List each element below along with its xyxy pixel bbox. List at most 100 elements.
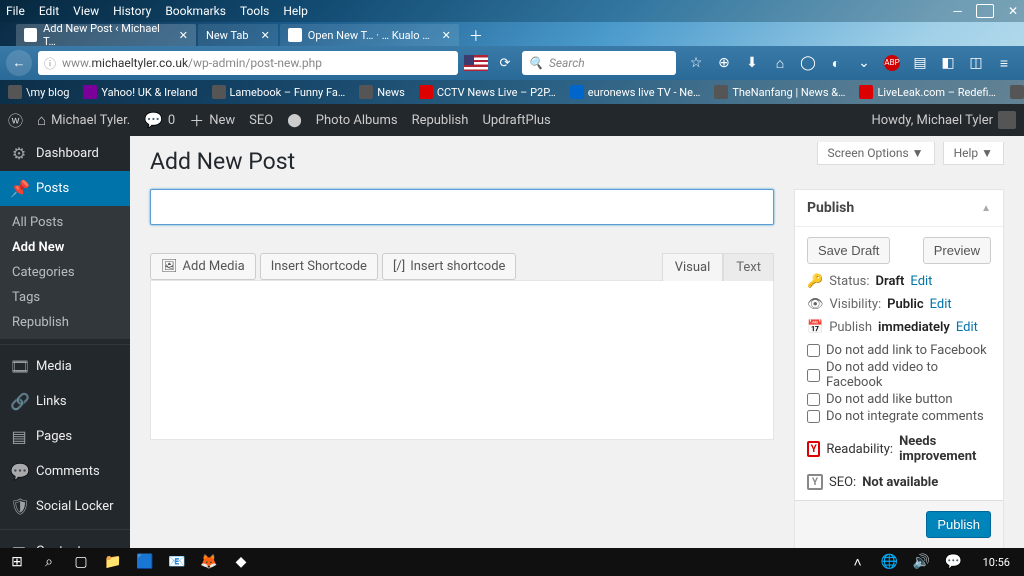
ab-republish[interactable]: Republish — [412, 113, 469, 128]
location-icon[interactable]: ◯ — [800, 55, 816, 72]
tab-2[interactable]: New Tab✕ — [198, 24, 278, 46]
insert-shortcode-button[interactable]: Insert Shortcode — [260, 253, 378, 280]
menu-bookmarks[interactable]: Bookmarks — [165, 4, 226, 18]
close-icon[interactable]: ✕ — [442, 29, 451, 42]
help-button[interactable]: Help ▼ — [943, 142, 1004, 165]
sidebar-sub-categories[interactable]: Categories — [0, 260, 130, 285]
abp-icon[interactable]: ABP — [884, 55, 900, 71]
firefox-icon[interactable]: 🦊 — [198, 554, 220, 570]
app1-icon[interactable]: 🟦 — [134, 554, 156, 570]
sidebar-item-posts[interactable]: 📌Posts — [0, 171, 130, 206]
tab-3[interactable]: Open New T… · … Kualo …✕ — [280, 24, 459, 46]
ab-photo[interactable]: Photo Albums — [316, 113, 398, 128]
tab-1[interactable]: Add New Post ‹ Michael T…✕ — [16, 24, 196, 46]
hamburger-icon[interactable]: ≡ — [996, 55, 1012, 72]
pocket-icon[interactable]: ⌄ — [856, 55, 872, 72]
start-icon[interactable]: ⊞ — [6, 554, 28, 570]
menu-view[interactable]: View — [73, 4, 99, 18]
taskbar-clock[interactable]: 10:56 — [975, 556, 1018, 569]
bookmark-item[interactable]: \my blog — [8, 85, 69, 99]
menu-history[interactable]: History — [113, 4, 151, 18]
post-title-input[interactable] — [150, 189, 774, 225]
ext3-icon[interactable]: ◫ — [968, 55, 984, 72]
menu-edit[interactable]: Edit — [39, 4, 59, 18]
volume-icon[interactable]: 🔊 — [911, 554, 933, 570]
add-tab-button[interactable]: ＋ — [461, 26, 491, 46]
site-link[interactable]: ⌂Michael Tyler. — [37, 111, 130, 129]
save-draft-button[interactable]: Save Draft — [807, 237, 890, 264]
bookmark-item[interactable]: News — [359, 85, 405, 99]
window-close-icon[interactable]: ✕ — [1008, 4, 1018, 18]
calendar-icon: 📅 — [807, 320, 823, 335]
sidebar-item-media[interactable]: 🎞Media — [0, 349, 130, 384]
ck-like[interactable] — [807, 393, 820, 406]
tray-up-icon[interactable]: ˄ — [847, 554, 869, 571]
howdy-link[interactable]: Howdy, Michael Tyler — [871, 111, 1016, 129]
seo-link[interactable]: SEO — [249, 113, 273, 128]
edit-schedule-link[interactable]: Edit — [956, 320, 978, 335]
bookmark-item[interactable]: LiveLeak.com – Redefi… — [859, 85, 995, 99]
sidebar-sub-add-new[interactable]: Add New — [0, 235, 130, 260]
sidebar-sub-all-posts[interactable]: All Posts — [0, 210, 130, 235]
menu-help[interactable]: Help — [283, 4, 308, 18]
ab-updraft[interactable]: UpdraftPlus — [482, 113, 550, 128]
window-maximize-icon[interactable] — [976, 4, 994, 18]
reload-button[interactable]: ⟳ — [494, 52, 516, 74]
tab-text[interactable]: Text — [723, 253, 774, 281]
tab-visual[interactable]: Visual — [662, 253, 724, 281]
ck-fb-video[interactable] — [807, 369, 820, 382]
menu-tools[interactable]: Tools — [240, 4, 269, 18]
chevron-up-icon[interactable]: ▲ — [981, 203, 991, 214]
back-button[interactable]: ← — [6, 50, 32, 76]
search-field[interactable]: 🔍Search — [522, 51, 676, 75]
url-field[interactable]: ⓘ www.michaeltyler.co.uk/wp-admin/post-n… — [38, 51, 458, 75]
sidebar-item-contact[interactable]: ✉Contact — [0, 534, 130, 548]
menu-file[interactable]: File — [6, 4, 25, 18]
wp-logo-icon[interactable]: ⓦ — [8, 110, 23, 131]
explorer-icon[interactable]: 📁 — [102, 554, 124, 570]
bookmark-item[interactable]: TheNanfang | News &… — [714, 85, 845, 99]
star-icon[interactable]: ☆ — [688, 55, 704, 72]
publish-box-title[interactable]: Publish▲ — [795, 190, 1003, 227]
bookmark-item[interactable]: Lamebook – Funny Fa… — [212, 85, 346, 99]
app3-icon[interactable]: ◆ — [230, 554, 252, 570]
close-icon[interactable]: ✕ — [179, 29, 188, 42]
sidebar-item-social-locker[interactable]: 🛡Social Locker — [0, 489, 130, 524]
notif-icon[interactable]: 💬 — [943, 554, 965, 570]
download-icon[interactable]: ⬇ — [744, 55, 760, 72]
bookmark-item[interactable]: CCTV News Live – P2P… — [419, 85, 556, 99]
insert-shortcode2-button[interactable]: [/] Insert shortcode — [382, 253, 517, 280]
ext2-icon[interactable]: ◧ — [940, 55, 956, 72]
ck-fb-link[interactable] — [807, 344, 820, 357]
editor-area[interactable] — [150, 280, 774, 440]
yoast-icon[interactable]: ⬤ — [287, 113, 302, 128]
ext-icon[interactable]: ▤ — [912, 55, 928, 72]
add-media-button[interactable]: 🖼Add Media — [150, 253, 256, 280]
sidebar-item-dashboard[interactable]: ⚙Dashboard — [0, 136, 130, 171]
taskview-icon[interactable]: ▢ — [70, 554, 92, 570]
sidebar-item-comments[interactable]: 💬Comments — [0, 454, 130, 489]
network-icon[interactable]: 🌐 — [879, 554, 901, 570]
close-icon[interactable]: ✕ — [261, 29, 270, 42]
carousel-icon[interactable]: ◐ — [828, 55, 844, 72]
sidebar-sub-tags[interactable]: Tags — [0, 285, 130, 310]
bookmark-item[interactable]: Yahoo! UK & Ireland — [83, 85, 197, 99]
sidebar-item-links[interactable]: 🔗Links — [0, 384, 130, 419]
add-bookmark-icon[interactable]: ⊕ — [716, 55, 732, 72]
bookmark-item[interactable]: Most Visited — [1010, 85, 1024, 99]
screen-options-button[interactable]: Screen Options ▼ — [817, 142, 935, 165]
preview-button[interactable]: Preview — [923, 237, 991, 264]
publish-button[interactable]: Publish — [926, 511, 991, 538]
home-icon[interactable]: ⌂ — [772, 55, 788, 72]
comments-link[interactable]: 💬0 — [144, 111, 175, 129]
sidebar-item-pages[interactable]: ▤Pages — [0, 419, 130, 454]
search-icon[interactable]: ⌕ — [38, 554, 60, 570]
edit-status-link[interactable]: Edit — [910, 274, 932, 289]
bookmark-item[interactable]: euronews live TV - Ne… — [570, 85, 701, 99]
edit-visibility-link[interactable]: Edit — [930, 297, 952, 312]
outlook-icon[interactable]: 📧 — [166, 554, 188, 570]
sidebar-sub-republish[interactable]: Republish — [0, 310, 130, 335]
window-minimize-icon[interactable]: ─ — [953, 4, 962, 18]
ck-comments[interactable] — [807, 410, 820, 423]
new-link[interactable]: ＋New — [189, 110, 235, 131]
